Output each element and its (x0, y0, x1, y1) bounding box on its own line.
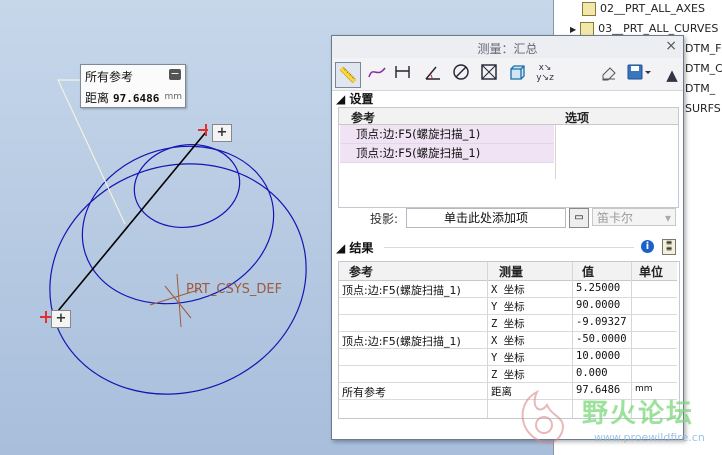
measure-line (52, 131, 207, 318)
layer-icon (582, 2, 596, 16)
measure-callout[interactable]: 所有参考 − 距离 97.6486 mm (80, 64, 186, 108)
cell-value: 0.000 (576, 367, 608, 379)
cell-measure: 距离 (491, 386, 512, 398)
table-row[interactable]: Z 坐标 0.000 (339, 365, 677, 383)
callout-unit: mm (164, 92, 182, 102)
section-toggle-icon[interactable]: ◢ (336, 241, 345, 255)
helix-small-loop (133, 143, 241, 229)
section-toggle-icon[interactable]: ◢ (336, 92, 345, 106)
drag-handle-bottom[interactable]: + (51, 310, 71, 328)
col-ref-header: 参考 (351, 111, 376, 125)
cell-ref: 顶点:边:F5(螺旋扫描_1) (342, 284, 461, 297)
expand-arrow-icon[interactable]: ▶ (570, 25, 576, 34)
tree-item[interactable]: DTM_ (685, 82, 715, 102)
tree-item[interactable]: 02__PRT_ALL_AXES (582, 2, 705, 22)
section-divider (384, 247, 634, 248)
settings-row[interactable]: 顶点:边:F5(螺旋扫描_1) (340, 125, 554, 144)
layer-icon (580, 22, 595, 36)
details-icon[interactable]: ≡ ≡ (662, 239, 676, 255)
settings-row[interactable]: 顶点:边:F5(螺旋扫描_1) (340, 144, 554, 163)
results-col-ref: 参考 (349, 265, 374, 279)
table-row[interactable]: Z 坐标 -9.09327 (339, 314, 677, 332)
length-glyph (368, 67, 386, 78)
tree-item[interactable]: SURFS (685, 102, 721, 122)
cell-measure: Y 坐标 (491, 301, 525, 313)
watermark-text: 野火论坛 (582, 399, 695, 429)
tree-item[interactable]: DTM_F (685, 42, 722, 62)
cell-value: -9.09327 (576, 316, 627, 328)
table-row[interactable]: Y 坐标 90.0000 (339, 297, 677, 315)
cell-measure: Y 坐标 (491, 352, 525, 364)
results-section-header[interactable]: ◢ 结果 (336, 239, 373, 256)
vertex-marker-top (198, 124, 208, 136)
projection-input[interactable]: 单击此处添加项 (406, 208, 566, 228)
angle-icon[interactable] (420, 62, 446, 88)
measure-dialog: 测量：汇总 × 📏 x↘ y↘z ▲ ◢ 设置 参考 选项 顶点:边:F5(螺旋扫… (331, 35, 684, 440)
transform-icon[interactable]: x↘ y↘z (532, 62, 558, 88)
tree-item[interactable]: DTM_C (685, 62, 722, 82)
table-row[interactable]: 顶点:边:F5(螺旋扫描_1) X 坐标 5.25000 (339, 280, 677, 298)
cell-measure: Z 坐标 (491, 369, 525, 381)
cell-measure: X 坐标 (491, 335, 525, 347)
collapse-up-icon[interactable]: ▲ (659, 62, 685, 88)
cell-value: -50.0000 (576, 333, 627, 345)
diameter-icon[interactable] (448, 62, 474, 88)
collapse-icon[interactable]: − (169, 68, 181, 80)
chevron-down-icon: ▾ (664, 211, 671, 225)
watermark: 野火论坛 www.proewildfire.cn (512, 385, 722, 455)
fire-logo-icon (521, 389, 564, 445)
volume-icon[interactable] (504, 62, 530, 88)
close-icon[interactable]: × (665, 38, 677, 54)
cell-measure: X 坐标 (491, 284, 525, 296)
projection-row: 投影: 单击此处添加项 ▭ 笛卡尔 ▾ (332, 207, 683, 229)
callout-distance: 距离 97.6486 (85, 89, 159, 106)
coordinate-system-select[interactable]: 笛卡尔 ▾ (592, 208, 676, 226)
results-col-unit: 单位 (639, 265, 664, 279)
drag-handle-top[interactable]: + (212, 124, 232, 142)
dialog-title: 测量：汇总 (477, 42, 538, 56)
column-divider (555, 125, 556, 179)
cell-ref: 所有参考 (342, 386, 386, 399)
table-row[interactable]: 顶点:边:F5(螺旋扫描_1) X 坐标 -50.0000 (339, 331, 677, 349)
settings-section-header[interactable]: ◢ 设置 (336, 90, 373, 107)
watermark-url: www.proewildfire.cn (594, 431, 705, 444)
settings-grid-header: 参考 选项 (339, 108, 678, 125)
length-icon[interactable] (364, 62, 390, 88)
cell-value: 90.0000 (576, 299, 621, 311)
save-icon[interactable] (623, 62, 655, 88)
eraser-icon[interactable] (596, 62, 622, 88)
table-row[interactable]: Y 坐标 10.0000 (339, 348, 677, 366)
col-option-header: 选项 (565, 111, 590, 125)
results-header: 参考 测量 值 单位 (339, 262, 677, 281)
callout-title: 所有参考 (85, 70, 134, 84)
area-icon[interactable] (476, 62, 502, 88)
helix-large-loop (49, 163, 307, 395)
cell-ref: 顶点:边:F5(螺旋扫描_1) (342, 335, 461, 348)
column-divider (487, 262, 488, 418)
dialog-titlebar[interactable]: 测量：汇总 × (332, 36, 683, 58)
cell-measure: Z 坐标 (491, 318, 525, 330)
cell-value: 5.25000 (576, 282, 621, 294)
results-col-value: 值 (582, 265, 595, 279)
projection-label: 投影: (370, 212, 399, 226)
settings-grid: 参考 选项 顶点:边:F5(螺旋扫描_1) 顶点:边:F5(螺旋扫描_1) (338, 107, 679, 208)
cell-value: 10.0000 (576, 350, 621, 362)
monitor-icon[interactable]: ▭ (569, 208, 589, 228)
info-icon[interactable]: i (641, 240, 654, 253)
measure-toolbar: 📏 x↘ y↘z ▲ (332, 58, 683, 91)
csys-label: PRT_CSYS_DEF (186, 282, 283, 297)
distance-icon[interactable] (390, 62, 416, 88)
callout-distance-value: 97.6486 (113, 92, 160, 105)
callout-distance-label: 距离 (85, 91, 110, 105)
results-col-measure: 测量 (499, 265, 524, 279)
ruler-icon[interactable]: 📏 (335, 62, 361, 88)
